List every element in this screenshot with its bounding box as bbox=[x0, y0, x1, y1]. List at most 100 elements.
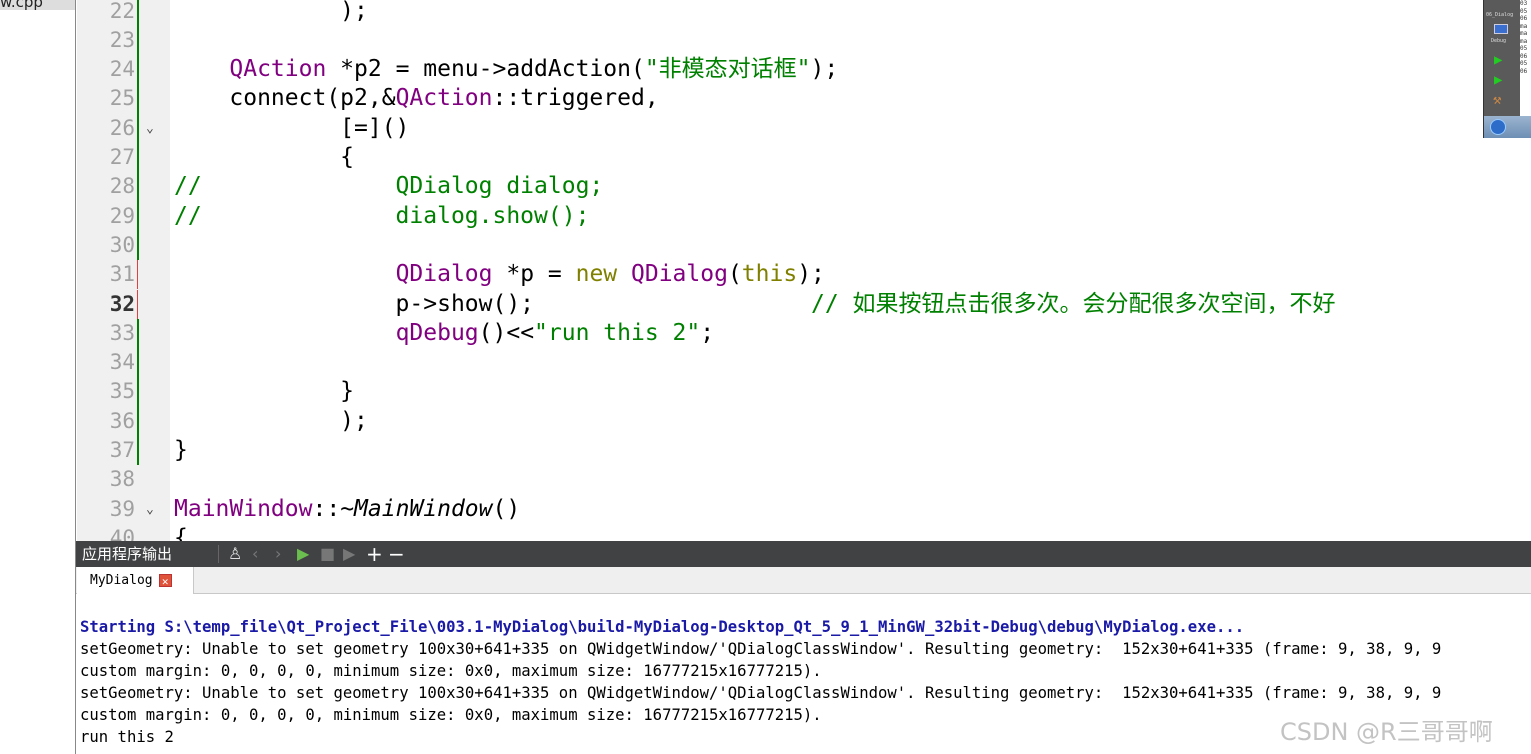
build-hammer-icon[interactable]: ⚒ bbox=[1493, 92, 1501, 108]
change-marker bbox=[137, 172, 139, 202]
code-token: // 如果按钮点击很多次。会分配很多次空间，不好 bbox=[810, 290, 1336, 317]
code-token: p->show(); bbox=[174, 290, 811, 317]
code-token: :: bbox=[312, 495, 341, 522]
code-token: ::triggered, bbox=[492, 85, 659, 112]
zoom-in-icon[interactable]: + bbox=[366, 541, 383, 567]
tab-mydialog[interactable]: MyDialog ✕ bbox=[77, 567, 194, 594]
code-line[interactable]: } bbox=[174, 377, 354, 406]
attach-icon[interactable]: ▶ bbox=[343, 541, 355, 567]
fold-chevron-icon[interactable]: ⌄ bbox=[146, 114, 154, 143]
output-line: run this 2 bbox=[80, 728, 174, 746]
close-icon[interactable]: ✕ bbox=[158, 574, 172, 588]
recent-list-item[interactable]: 03 bbox=[1520, 0, 1531, 8]
recent-list-item[interactable]: ma bbox=[1520, 38, 1531, 46]
recent-list-item[interactable]: 05 bbox=[1520, 8, 1531, 16]
output-line: setGeometry: Unable to set geometry 100x… bbox=[80, 640, 1442, 658]
change-marker bbox=[137, 113, 139, 143]
change-marker bbox=[137, 230, 139, 261]
code-line[interactable]: QAction *p2 = menu->addAction("非模态对话框"); bbox=[174, 55, 838, 84]
pane-title: 应用程序输出 bbox=[82, 545, 173, 563]
change-marker bbox=[137, 348, 139, 378]
code-line[interactable]: QDialog *p = new QDialog(this); bbox=[174, 260, 825, 289]
code-token: [=]() bbox=[174, 114, 410, 141]
line-number: 37 bbox=[109, 438, 135, 462]
change-marker bbox=[137, 260, 138, 290]
monitor-icon[interactable] bbox=[1494, 24, 1508, 34]
line-number: 35 bbox=[109, 379, 135, 404]
code-token: ); bbox=[810, 56, 839, 83]
line-number: 28 bbox=[109, 174, 135, 199]
change-marker bbox=[137, 201, 139, 231]
code-token: ; bbox=[700, 319, 715, 346]
change-marker bbox=[137, 436, 139, 466]
code-line[interactable]: ); bbox=[174, 407, 368, 436]
code-token: } bbox=[174, 437, 188, 463]
code-token: new bbox=[575, 261, 618, 288]
recent-list-item[interactable]: 05 bbox=[1520, 60, 1531, 68]
line-number: 24 bbox=[109, 57, 135, 82]
code-token: () bbox=[492, 495, 521, 522]
code-line[interactable]: qDebug()<<"run this 2"; bbox=[174, 319, 715, 348]
recent-list-item[interactable]: 06 bbox=[1520, 15, 1531, 23]
project-name: 06_Dialog bbox=[1486, 12, 1514, 18]
code-token: "非模态对话框" bbox=[644, 56, 811, 83]
code-token: ); bbox=[797, 261, 825, 288]
code-token: QDialog bbox=[395, 261, 493, 288]
code-token: { bbox=[174, 144, 355, 170]
code-token: *p = bbox=[492, 261, 576, 288]
clear-icon[interactable]: ♙ bbox=[228, 541, 242, 567]
start-button-icon[interactable] bbox=[1490, 119, 1506, 135]
application-output[interactable]: Starting S:\temp_file\Qt_Project_File\00… bbox=[80, 616, 1441, 748]
run-icon[interactable]: ▶ bbox=[297, 541, 309, 567]
line-number: 25 bbox=[109, 86, 135, 111]
next-icon[interactable]: › bbox=[275, 541, 281, 567]
code-line[interactable]: ); bbox=[174, 0, 368, 26]
line-number: 30 bbox=[109, 232, 135, 257]
change-marker bbox=[137, 318, 139, 349]
line-number: 39 bbox=[109, 496, 135, 521]
code-token: ~MainWindow bbox=[340, 495, 493, 522]
code-line[interactable]: [=]() bbox=[174, 114, 409, 143]
code-token: QAction bbox=[229, 56, 327, 83]
tab-label: MyDialog bbox=[90, 573, 153, 588]
code-token: MainWindow bbox=[174, 495, 313, 522]
code-line[interactable]: { bbox=[174, 143, 354, 172]
recent-list-item[interactable]: 06 bbox=[1520, 53, 1531, 61]
line-number: 36 bbox=[109, 408, 135, 433]
code-token: connect(p2,& bbox=[174, 85, 396, 112]
recent-list-item[interactable]: 06 bbox=[1520, 68, 1531, 76]
run-icon[interactable]: ▶ bbox=[1494, 52, 1502, 68]
code-token: qDebug bbox=[395, 319, 479, 346]
code-line[interactable]: // dialog.show(); bbox=[174, 202, 589, 231]
zoom-out-icon[interactable]: − bbox=[388, 541, 405, 567]
code-line[interactable]: // QDialog dialog; bbox=[174, 172, 603, 201]
prev-icon[interactable]: ‹ bbox=[252, 541, 258, 567]
divider bbox=[218, 545, 219, 563]
project-sidebar: w.cpp bbox=[0, 0, 76, 754]
recent-list-item[interactable]: ma bbox=[1520, 23, 1531, 31]
code-line[interactable]: } bbox=[174, 436, 188, 465]
stop-icon[interactable]: ■ bbox=[320, 541, 335, 567]
change-marker bbox=[137, 289, 138, 319]
code-token: ); bbox=[174, 407, 368, 434]
change-marker bbox=[137, 143, 139, 173]
change-marker bbox=[137, 377, 139, 407]
code-line[interactable]: p->show(); // 如果按钮点击很多次。会分配很多次空间，不好 bbox=[174, 290, 1336, 319]
output-tabs: MyDialog ✕ bbox=[76, 567, 1531, 594]
line-number: 26 bbox=[109, 115, 135, 140]
fold-chevron-icon[interactable]: ⌄ bbox=[146, 495, 154, 524]
line-number: 22 bbox=[109, 0, 135, 23]
code-token: "run this 2" bbox=[534, 319, 701, 346]
code-line[interactable]: MainWindow::~MainWindow() bbox=[174, 495, 520, 524]
debug-run-icon[interactable]: ▶ bbox=[1494, 72, 1502, 88]
line-number: 29 bbox=[109, 203, 135, 228]
code-token: ); bbox=[174, 0, 368, 24]
build-mode: Debug bbox=[1491, 38, 1507, 44]
code-token: ()<< bbox=[478, 319, 535, 346]
open-file-item[interactable]: w.cpp bbox=[0, 0, 75, 10]
code-line[interactable]: connect(p2,&QAction::triggered, bbox=[174, 84, 659, 113]
taskbar bbox=[1484, 116, 1531, 138]
recent-list-item[interactable]: 05 bbox=[1520, 45, 1531, 53]
recent-list-item[interactable]: ma bbox=[1520, 30, 1531, 38]
